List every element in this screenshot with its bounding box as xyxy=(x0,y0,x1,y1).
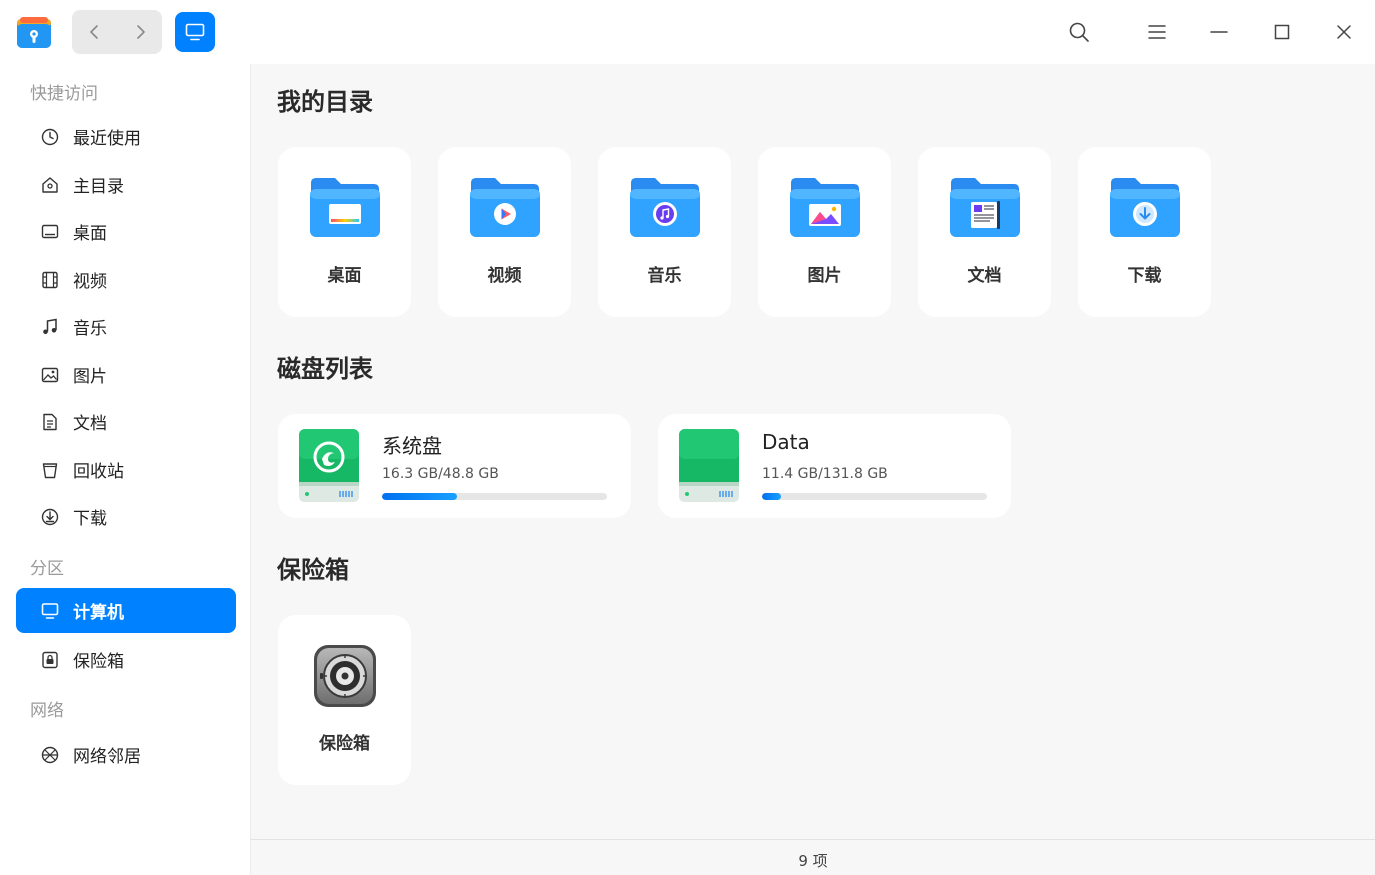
disk-usage-bar xyxy=(382,493,607,500)
trash-icon xyxy=(40,460,60,480)
sidebar-item-desktop[interactable]: 桌面 xyxy=(16,209,236,254)
sidebar-item-label: 图片 xyxy=(73,367,107,387)
vault-card[interactable]: 保险箱 xyxy=(278,615,411,785)
network-icon xyxy=(40,745,60,765)
search-button[interactable] xyxy=(1063,16,1095,48)
sidebar-item-label: 下载 xyxy=(73,509,107,529)
main-menu-button[interactable] xyxy=(1141,16,1173,48)
music-folder-icon xyxy=(629,175,701,239)
search-icon xyxy=(1069,22,1089,42)
section-title-vault: 保险箱 xyxy=(277,556,349,584)
clock-icon xyxy=(40,127,60,147)
folder-card-music[interactable]: 音乐 xyxy=(598,147,731,317)
folder-label: 音乐 xyxy=(647,266,682,286)
desktop-folder-icon xyxy=(309,175,381,239)
sidebar-item-vault[interactable]: 保险箱 xyxy=(16,637,236,682)
hamburger-menu-icon xyxy=(1148,25,1166,39)
maximize-button[interactable] xyxy=(1266,16,1298,48)
sidebar-item-label: 桌面 xyxy=(73,224,107,244)
sidebar-item-music[interactable]: 音乐 xyxy=(16,304,236,349)
sidebar-item-label: 音乐 xyxy=(73,319,107,339)
disk-card-data[interactable]: Data 11.4 GB/131.8 GB xyxy=(658,414,1011,518)
sidebar-item-downloads[interactable]: 下载 xyxy=(16,494,236,539)
sidebar-item-label: 主目录 xyxy=(73,177,124,197)
film-icon xyxy=(40,270,60,290)
disk-card-system[interactable]: 系统盘 16.3 GB/48.8 GB xyxy=(278,414,631,518)
folder-card-videos[interactable]: 视频 xyxy=(438,147,571,317)
sidebar-item-home[interactable]: 主目录 xyxy=(16,162,236,207)
section-title-my-directories: 我的目录 xyxy=(277,88,373,116)
forward-button[interactable] xyxy=(117,10,162,54)
section-title-disk-list: 磁盘列表 xyxy=(277,355,373,383)
pictures-folder-icon xyxy=(789,175,861,239)
monitor-icon xyxy=(185,23,205,41)
sidebar-item-videos[interactable]: 视频 xyxy=(16,257,236,302)
folder-label: 图片 xyxy=(807,266,842,286)
downloads-folder-icon xyxy=(1109,175,1181,239)
close-button[interactable] xyxy=(1328,16,1360,48)
sidebar-item-network-neighborhood[interactable]: 网络邻居 xyxy=(16,732,236,777)
sidebar-item-computer[interactable]: 计算机 xyxy=(16,588,236,633)
music-note-icon xyxy=(40,317,60,337)
folder-label: 下载 xyxy=(1127,266,1162,286)
section-partitions: 分区 xyxy=(30,559,64,579)
minimize-button[interactable] xyxy=(1203,16,1235,48)
disk-usage-bar xyxy=(762,493,987,500)
close-icon xyxy=(1337,25,1351,39)
history-nav xyxy=(72,10,162,54)
folder-label: 文档 xyxy=(967,266,1002,286)
status-bar: 9 项 xyxy=(251,839,1375,875)
vault-label: 保险箱 xyxy=(319,734,370,754)
sidebar-item-label: 文档 xyxy=(73,414,107,434)
folder-card-pictures[interactable]: 图片 xyxy=(758,147,891,317)
maximize-icon xyxy=(1274,24,1290,40)
disk-name: Data xyxy=(762,430,810,454)
folder-label: 桌面 xyxy=(327,266,362,286)
data-disk-icon xyxy=(678,428,740,504)
sidebar-item-label: 计算机 xyxy=(73,603,124,623)
file-manager-logo-icon xyxy=(16,14,52,50)
sidebar-item-label: 视频 xyxy=(73,272,107,292)
video-folder-icon xyxy=(469,175,541,239)
sidebar-item-documents[interactable]: 文档 xyxy=(16,399,236,444)
document-icon xyxy=(40,412,60,432)
disk-usage-fill xyxy=(762,493,782,500)
section-quick-access: 快捷访问 xyxy=(30,84,98,104)
download-icon xyxy=(40,507,60,527)
sidebar-item-label: 最近使用 xyxy=(73,129,141,149)
disk-usage-fill xyxy=(382,493,458,500)
image-icon xyxy=(40,365,60,385)
sidebar-item-label: 网络邻居 xyxy=(73,747,141,767)
documents-folder-icon xyxy=(949,175,1021,239)
computer-view-button[interactable] xyxy=(175,12,215,52)
sidebar-item-trash[interactable]: 回收站 xyxy=(16,447,236,492)
section-network: 网络 xyxy=(30,701,64,721)
safe-icon xyxy=(312,643,378,709)
home-icon xyxy=(40,175,60,195)
sidebar-item-recent[interactable]: 最近使用 xyxy=(16,114,236,159)
folder-card-documents[interactable]: 文档 xyxy=(918,147,1051,317)
vault-icon xyxy=(40,650,60,670)
back-button[interactable] xyxy=(72,10,117,54)
sidebar-item-label: 回收站 xyxy=(73,462,124,482)
sidebar-item-label: 保险箱 xyxy=(73,652,124,672)
minimize-icon xyxy=(1210,31,1228,33)
item-count: 9 项 xyxy=(798,852,828,870)
system-disk-icon xyxy=(298,428,360,504)
chevron-left-icon xyxy=(89,25,98,39)
disk-name: 系统盘 xyxy=(382,434,442,458)
disk-usage-text: 16.3 GB/48.8 GB xyxy=(382,466,499,482)
desktop-icon xyxy=(40,222,60,242)
main-content: 我的目录 桌面 视频 音乐 图片 文档 下载 磁盘列表 系统盘 16.3 GB/… xyxy=(251,64,1375,875)
chevron-right-icon xyxy=(136,25,145,39)
folder-card-downloads[interactable]: 下载 xyxy=(1078,147,1211,317)
sidebar: 快捷访问 最近使用 主目录 桌面 视频 音乐 图片 文档 回收站 下载 分区 计… xyxy=(0,64,251,875)
disk-usage-text: 11.4 GB/131.8 GB xyxy=(762,466,888,482)
computer-icon xyxy=(40,601,60,621)
folder-card-desktop[interactable]: 桌面 xyxy=(278,147,411,317)
sidebar-item-pictures[interactable]: 图片 xyxy=(16,352,236,397)
title-bar xyxy=(0,0,1375,64)
folder-label: 视频 xyxy=(487,266,522,286)
